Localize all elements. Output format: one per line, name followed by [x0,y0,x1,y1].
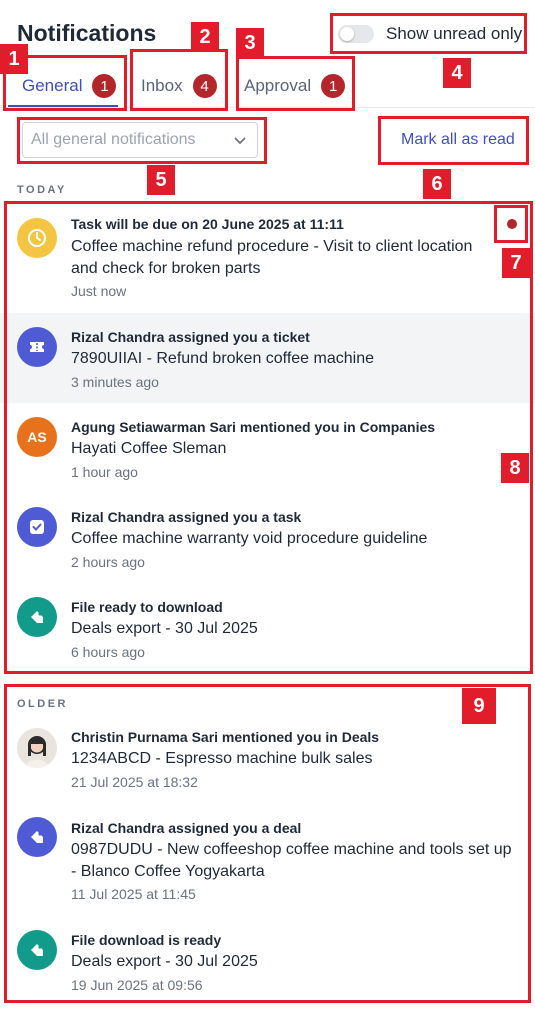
annotation-box-2 [130,49,228,111]
annotation-box-9 [4,684,531,1003]
annotation-box-3 [236,56,355,111]
annotation-marker-6: 6 [423,169,451,199]
annotation-box-8 [4,201,533,674]
annotation-marker-3: 3 [236,28,264,58]
annotation-marker-1: 1 [0,44,28,74]
annotation-marker-2: 2 [191,22,219,52]
annotation-box-5 [17,117,267,164]
annotation-marker-9: 9 [462,688,496,724]
annotation-marker-4: 4 [443,58,471,88]
annotation-box-4 [330,13,527,54]
page-title: Notifications [17,20,157,46]
section-label-today: TODAY [17,184,67,196]
annotation-marker-5: 5 [147,165,175,195]
annotation-marker-8: 8 [501,453,529,483]
annotation-box-6 [378,116,529,165]
